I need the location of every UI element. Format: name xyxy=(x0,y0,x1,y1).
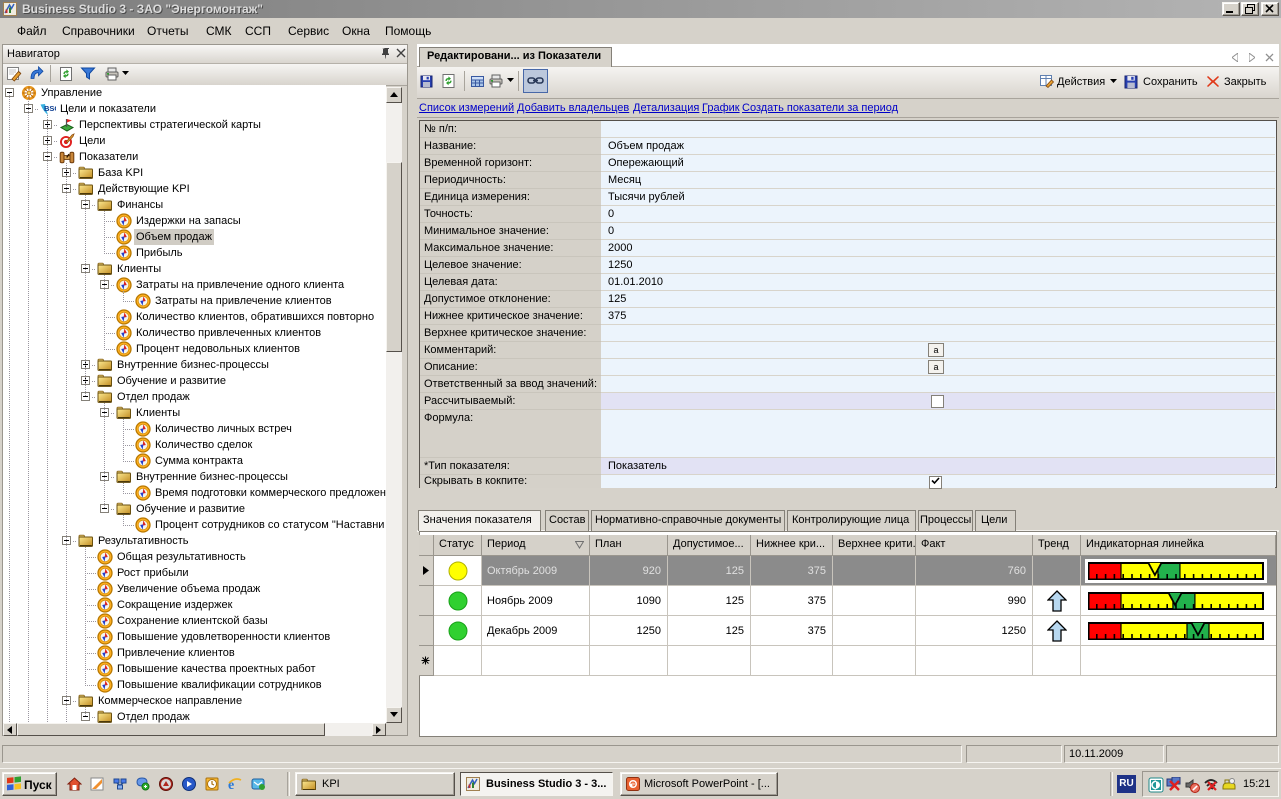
svg-text:BSC: BSC xyxy=(44,104,56,113)
